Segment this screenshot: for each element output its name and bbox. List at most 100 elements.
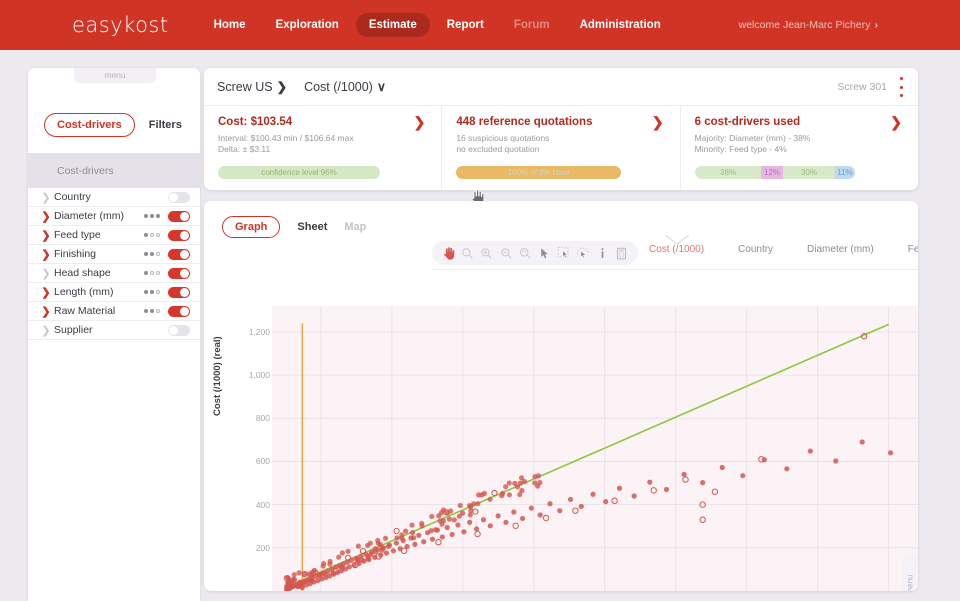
data-point-filled[interactable]: [359, 557, 364, 562]
data-point-filled[interactable]: [632, 493, 637, 498]
data-point-filled[interactable]: [507, 492, 512, 497]
tab-cost-drivers[interactable]: Cost-drivers: [44, 113, 135, 137]
data-point-filled[interactable]: [460, 511, 465, 516]
data-point-filled[interactable]: [519, 488, 524, 493]
data-point-filled[interactable]: [449, 532, 454, 537]
data-point-filled[interactable]: [590, 492, 595, 497]
data-point-filled[interactable]: [458, 503, 463, 508]
chevron-right-icon[interactable]: ❯: [38, 191, 54, 204]
data-point-filled[interactable]: [808, 448, 813, 453]
data-point-filled[interactable]: [328, 559, 333, 564]
data-point-filled[interactable]: [488, 523, 493, 528]
data-point-filled[interactable]: [383, 536, 388, 541]
plot-canvas[interactable]: [272, 306, 918, 591]
data-point-filled[interactable]: [888, 450, 893, 455]
chevron-right-icon[interactable]: ❯: [38, 324, 54, 337]
chevron-right-icon[interactable]: ❯: [652, 114, 664, 131]
data-point-filled[interactable]: [347, 564, 352, 569]
toggle-switch[interactable]: [168, 249, 190, 260]
data-point-filled[interactable]: [740, 473, 745, 478]
data-point-filled[interactable]: [557, 508, 562, 513]
data-point-filled[interactable]: [331, 570, 336, 575]
app-logo[interactable]: easykost: [72, 13, 169, 37]
data-point-filled[interactable]: [833, 458, 838, 463]
column-header-feed-type[interactable]: Feed type: [908, 244, 918, 255]
data-point-filled[interactable]: [375, 538, 380, 543]
data-point-filled[interactable]: [445, 510, 450, 515]
toggle-switch[interactable]: [168, 268, 190, 279]
data-point-filled[interactable]: [440, 534, 445, 539]
lasso-select-icon[interactable]: [575, 246, 590, 261]
data-point-filled[interactable]: [603, 499, 608, 504]
data-point-filled[interactable]: [507, 480, 512, 485]
chevron-right-icon[interactable]: ❯: [38, 286, 54, 299]
scatter-plot[interactable]: Cost (/1000) (real) 2004006008001,0001,2…: [204, 306, 918, 591]
data-point-filled[interactable]: [310, 570, 315, 575]
toggle-switch[interactable]: [168, 192, 190, 203]
sidebar-item-head-shape[interactable]: ❯Head shape: [28, 264, 200, 283]
data-point-filled[interactable]: [421, 539, 426, 544]
data-point-filled[interactable]: [412, 542, 417, 547]
data-point-filled[interactable]: [399, 532, 404, 537]
data-point-filled[interactable]: [664, 487, 669, 492]
column-header-country[interactable]: Country: [738, 244, 773, 255]
data-point-filled[interactable]: [292, 572, 297, 577]
pan-hand-icon[interactable]: [441, 246, 456, 261]
data-point-filled[interactable]: [617, 486, 622, 491]
data-point-filled[interactable]: [452, 517, 457, 522]
data-point-filled[interactable]: [536, 473, 541, 478]
sidebar-item-diameter-mm[interactable]: ❯Diameter (mm): [28, 207, 200, 226]
marquee-select-icon[interactable]: [556, 246, 571, 261]
tab-map[interactable]: Map: [344, 221, 366, 233]
data-point-filled[interactable]: [468, 504, 473, 509]
nav-item-home[interactable]: Home: [201, 13, 259, 37]
nav-item-exploration[interactable]: Exploration: [263, 13, 352, 37]
sidebar-item-country[interactable]: ❯Country: [28, 188, 200, 207]
data-point-filled[interactable]: [503, 520, 508, 525]
sidebar-item-length-mm[interactable]: ❯Length (mm): [28, 283, 200, 302]
data-point-filled[interactable]: [403, 529, 408, 534]
data-point-filled[interactable]: [467, 520, 472, 525]
data-point-filled[interactable]: [380, 548, 385, 553]
right-menu-tab[interactable]: menu: [902, 554, 918, 591]
data-point-filled[interactable]: [647, 480, 652, 485]
data-point-filled[interactable]: [439, 510, 444, 515]
data-point-filled[interactable]: [409, 523, 414, 528]
data-point-filled[interactable]: [356, 544, 361, 549]
data-point-filled[interactable]: [681, 472, 686, 477]
calculator-icon[interactable]: [614, 246, 629, 261]
data-point-filled[interactable]: [475, 501, 480, 506]
data-point-filled[interactable]: [700, 480, 705, 485]
toggle-switch[interactable]: [168, 325, 190, 336]
toggle-switch[interactable]: [168, 287, 190, 298]
data-point-filled[interactable]: [321, 563, 326, 568]
data-point-filled[interactable]: [445, 525, 450, 530]
data-point-filled[interactable]: [538, 512, 543, 517]
data-point-filled[interactable]: [784, 466, 789, 471]
data-point-filled[interactable]: [496, 513, 501, 518]
data-point-filled[interactable]: [345, 549, 350, 554]
column-header-diameter-mm[interactable]: Diameter (mm): [807, 244, 874, 255]
sidebar-item-feed-type[interactable]: ❯Feed type: [28, 226, 200, 245]
data-point-filled[interactable]: [296, 570, 301, 575]
data-point-filled[interactable]: [720, 465, 725, 470]
data-point-filled[interactable]: [860, 439, 865, 444]
data-point-filled[interactable]: [441, 518, 446, 523]
data-point-filled[interactable]: [336, 555, 341, 560]
data-point-filled[interactable]: [365, 543, 370, 548]
chevron-right-icon[interactable]: ❯: [38, 305, 54, 318]
toggle-switch[interactable]: [168, 230, 190, 241]
data-point-filled[interactable]: [416, 533, 421, 538]
data-point-filled[interactable]: [373, 549, 378, 554]
tab-graph[interactable]: Graph: [222, 216, 280, 238]
data-point-filled[interactable]: [474, 526, 479, 531]
data-point-filled[interactable]: [429, 528, 434, 533]
sidebar-item-supplier[interactable]: ❯Supplier: [28, 321, 200, 340]
data-point-filled[interactable]: [520, 516, 525, 521]
info-icon[interactable]: [595, 246, 610, 261]
chevron-right-icon[interactable]: ❯: [890, 114, 902, 131]
chevron-right-icon[interactable]: ❯: [38, 229, 54, 242]
data-point-filled[interactable]: [579, 504, 584, 509]
data-point-filled[interactable]: [511, 509, 516, 514]
data-point-filled[interactable]: [529, 505, 534, 510]
